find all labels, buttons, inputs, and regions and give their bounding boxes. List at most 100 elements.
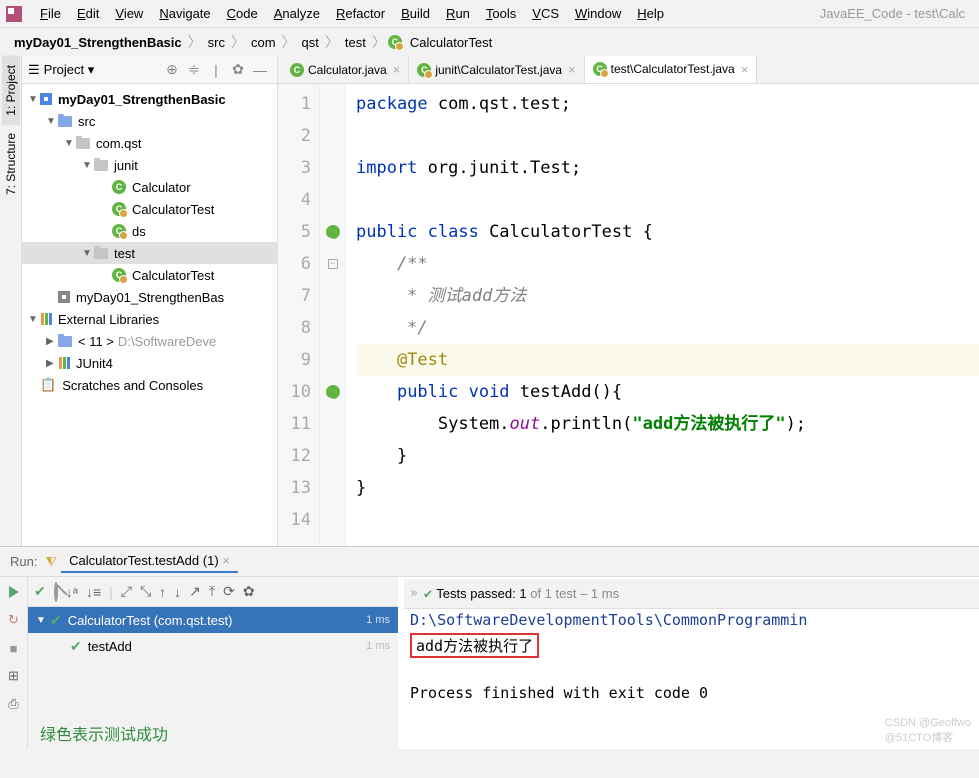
menu-build[interactable]: Build [393, 4, 438, 23]
tree-arrow-icon[interactable]: ▶ [46, 336, 58, 347]
tree-row[interactable]: Cds [22, 220, 277, 242]
folder-icon [58, 116, 72, 127]
breadcrumb: myDay01_StrengthenBasic 〉 src 〉 com 〉 qs… [0, 28, 979, 56]
tree-label: src [78, 114, 95, 129]
test-tree-row[interactable]: ▼✔CalculatorTest (com.qst.test)1 ms [28, 607, 398, 633]
class-icon: C [290, 63, 304, 77]
editor-tab[interactable]: Ctest\CalculatorTest.java× [585, 56, 758, 83]
test-output-panel: » ✔ Tests passed: 1 of 1 test – 1 ms D:\… [398, 577, 979, 749]
tool-window-tab-project[interactable]: 1: Project [2, 56, 20, 124]
tree-label: External Libraries [58, 312, 159, 327]
class-test-icon: C [112, 268, 126, 282]
menu-view[interactable]: View [107, 4, 151, 23]
export-icon[interactable]: ↗ [189, 583, 201, 600]
expand-all-icon[interactable]: ⤢ [121, 583, 132, 600]
menu-navigate[interactable]: Navigate [151, 4, 218, 23]
menu-file[interactable]: File [32, 4, 69, 23]
tree-row[interactable]: myDay01_StrengthenBas [22, 286, 277, 308]
tree-row[interactable]: ▼junit [22, 154, 277, 176]
pin-icon[interactable]: ⎙ [5, 695, 23, 713]
menu-vcs[interactable]: VCS [524, 4, 567, 23]
show-passed-icon[interactable]: ✔ [34, 583, 46, 600]
close-icon[interactable]: × [222, 553, 230, 568]
select-opened-file-icon[interactable]: ⊕ [163, 61, 181, 79]
output-line [404, 660, 979, 682]
collapse-all-icon[interactable]: ⤡ [140, 583, 151, 600]
tree-arrow-icon[interactable]: ▼ [28, 314, 40, 325]
history-icon[interactable]: ⟳ [223, 583, 235, 600]
test-label: testAdd [88, 639, 132, 654]
tree-row[interactable]: ▶JUnit4 [22, 352, 277, 374]
output-line: Process finished with exit code 0 [404, 682, 979, 704]
menu-tools[interactable]: Tools [478, 4, 524, 23]
tree-label: Calculator [132, 180, 191, 195]
tab-label: Calculator.java [308, 63, 387, 77]
tree-row[interactable]: CCalculatorTest [22, 264, 277, 286]
tree-arrow-icon[interactable]: ▼ [28, 94, 40, 105]
menu-help[interactable]: Help [629, 4, 672, 23]
next-icon[interactable]: ↓ [174, 584, 181, 600]
breadcrumb-item[interactable]: myDay01_StrengthenBasic [10, 35, 186, 50]
stop-icon[interactable]: ■ [5, 639, 23, 657]
run-gutter-icon[interactable] [326, 385, 340, 399]
breadcrumb-item[interactable]: test [341, 35, 370, 50]
folder-icon [94, 248, 108, 259]
tree-row[interactable]: CCalculatorTest [22, 198, 277, 220]
hide-panel-icon[interactable]: — [251, 61, 269, 79]
test-tree[interactable]: ▼✔CalculatorTest (com.qst.test)1 ms✔test… [28, 607, 398, 717]
editor-tab[interactable]: C Calculator.java × [282, 56, 409, 83]
layout-icon[interactable]: ⊞ [5, 667, 23, 685]
tree-arrow-icon[interactable]: ▼ [82, 160, 94, 171]
menu-window[interactable]: Window [567, 4, 629, 23]
gutter-icons: − [320, 84, 346, 546]
run-gutter-icon[interactable] [326, 225, 340, 239]
tree-row[interactable]: ▼ src [22, 110, 277, 132]
close-icon[interactable]: × [741, 62, 749, 77]
collapse-icon[interactable]: − [328, 259, 338, 269]
tree-arrow-icon[interactable]: ▼ [82, 248, 94, 259]
menu-code[interactable]: Code [219, 4, 266, 23]
prev-icon[interactable]: ↑ [159, 584, 166, 600]
panel-title[interactable]: Project ▾ [44, 62, 161, 78]
menu-refactor[interactable]: Refactor [328, 4, 393, 23]
close-icon[interactable]: × [568, 62, 576, 77]
tree-row[interactable]: ▶< 11 >D:\SoftwareDeve [22, 330, 277, 352]
import-icon[interactable]: ⤒ [209, 583, 215, 600]
tree-row[interactable]: ▼myDay01_StrengthenBasic [22, 88, 277, 110]
project-tree[interactable]: ▼myDay01_StrengthenBasic▼src▼com.qst▼jun… [22, 84, 277, 546]
run-button[interactable] [5, 583, 23, 601]
tree-row[interactable]: 📋Scratches and Consoles [22, 374, 277, 396]
menu-analyze[interactable]: Analyze [266, 4, 328, 23]
test-tree-row[interactable]: ✔testAdd1 ms [28, 633, 398, 659]
tree-arrow-icon[interactable]: ▼ [64, 138, 76, 149]
menu-edit[interactable]: Edit [69, 4, 107, 23]
rerun-failed-icon[interactable]: ↻ [5, 611, 23, 629]
project-panel: ☰ Project ▾ ⊕ ≑ | ✿ — ▼myDay01_Strengthe… [22, 56, 278, 546]
collapse-all-icon[interactable]: | [207, 61, 225, 79]
test-toolbar: ✔ ↓ᵃ ↓≡ | ⤢ ⤡ ↑ ↓ ↗ ⤒ ⟳ ✿ [28, 577, 398, 607]
show-ignored-icon[interactable] [54, 584, 58, 600]
tree-row[interactable]: ▼ External Libraries [22, 308, 277, 330]
sort-duration-icon[interactable]: ↓≡ [86, 584, 101, 600]
breadcrumb-item[interactable]: src [204, 35, 229, 50]
menu-run[interactable]: Run [438, 4, 478, 23]
sort-icon[interactable]: ↓ᵃ [66, 584, 78, 600]
tree-row[interactable]: ▼test [22, 242, 277, 264]
tree-arrow-icon[interactable]: ▶ [46, 358, 58, 369]
breadcrumb-item[interactable]: CalculatorTest [406, 35, 496, 50]
project-view-icon: ☰ [28, 62, 40, 78]
breadcrumb-item[interactable]: qst [298, 35, 323, 50]
gear-icon[interactable]: ✿ [229, 61, 247, 79]
close-icon[interactable]: × [393, 62, 401, 77]
run-config-tab[interactable]: CalculatorTest.testAdd (1) × [61, 550, 238, 573]
tree-row[interactable]: ▼com.qst [22, 132, 277, 154]
gear-icon[interactable]: ✿ [243, 583, 255, 600]
tree-arrow-icon[interactable]: ▼ [46, 116, 58, 127]
expand-all-icon[interactable]: ≑ [185, 61, 203, 79]
tree-row[interactable]: CCalculator [22, 176, 277, 198]
breadcrumb-item[interactable]: com [247, 35, 280, 50]
tool-window-tab-structure[interactable]: 7: Structure [2, 124, 20, 203]
code-editor[interactable]: 1234567891011121314 − package com.qst.te… [278, 84, 979, 546]
editor-tab[interactable]: Cjunit\CalculatorTest.java× [409, 56, 584, 83]
code-content[interactable]: package com.qst.test;import org.junit.Te… [346, 84, 979, 546]
